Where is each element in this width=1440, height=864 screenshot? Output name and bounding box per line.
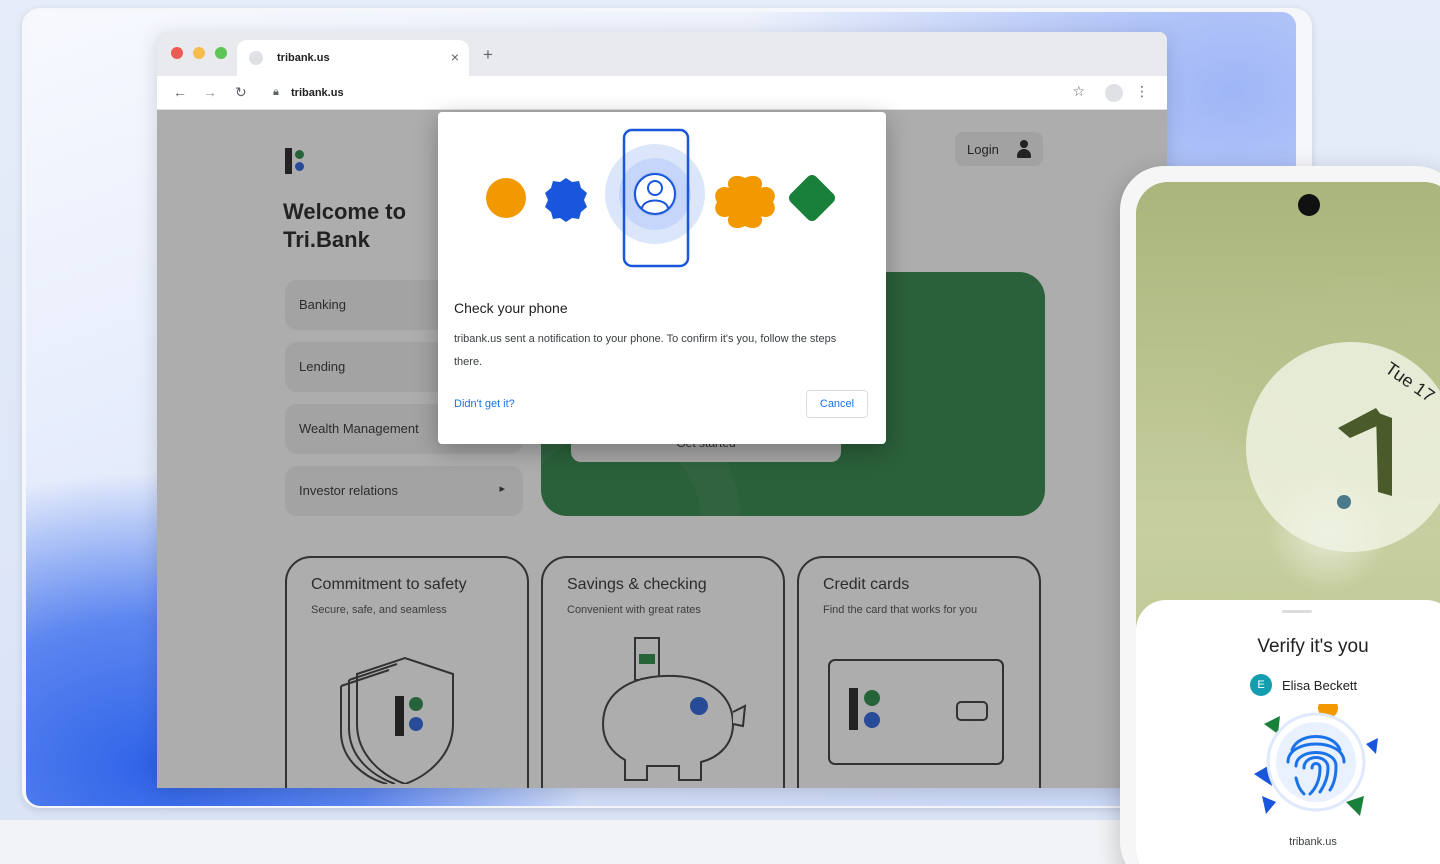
window-close-button[interactable]	[171, 47, 183, 59]
cancel-label: Cancel	[819, 398, 855, 410]
phone-screen: Tue 17 Verify it's you E Elisa Beckett t…	[1136, 182, 1440, 864]
tab-close-icon[interactable]: ×	[451, 49, 459, 65]
window-minimize-button[interactable]	[193, 47, 205, 59]
verify-title: Verify it's you	[1257, 636, 1369, 657]
favicon-icon	[249, 51, 263, 65]
profile-avatar-icon[interactable]	[1105, 84, 1123, 102]
dialog-body: tribank.us sent a notification to your p…	[454, 333, 837, 368]
phone-notification-illustration	[486, 128, 835, 268]
cancel-button[interactable]: Cancel	[806, 390, 868, 418]
sheet-handle[interactable]	[1282, 610, 1312, 613]
back-arrow-icon[interactable]: ←	[173, 84, 187, 100]
tab-bar: tribank.us × +	[157, 32, 1167, 76]
avatar: E	[1250, 674, 1272, 696]
tab-title: tribank.us	[277, 52, 330, 64]
front-camera	[1298, 194, 1320, 216]
account-name: Elisa Beckett	[1282, 678, 1358, 693]
check-phone-dialog: Check your phone tribank.us sent a notif…	[438, 112, 886, 444]
more-menu-icon[interactable]: ⋮	[1135, 83, 1149, 100]
new-tab-button[interactable]: +	[483, 45, 493, 65]
requesting-site: tribank.us	[1289, 836, 1337, 848]
lock-icon[interactable]: 🔒︎	[273, 86, 279, 99]
forward-arrow-icon[interactable]: →	[203, 84, 217, 100]
browser-toolbar: ← → ↻ 🔒︎ tribank.us ☆ ⋮	[157, 76, 1167, 110]
browser-tab[interactable]: tribank.us ×	[237, 40, 469, 76]
bookmark-star-icon[interactable]: ☆	[1072, 83, 1085, 100]
dialog-title: Check your phone	[454, 300, 568, 316]
address-bar-url: tribank.us	[291, 87, 344, 99]
verify-bottom-sheet: Verify it's you E Elisa Beckett tribank.	[1136, 600, 1440, 864]
fingerprint-icon[interactable]	[1246, 704, 1386, 824]
address-bar[interactable]: 🔒︎ tribank.us	[267, 81, 1047, 105]
reload-icon[interactable]: ↻	[235, 84, 247, 101]
window-maximize-button[interactable]	[215, 47, 227, 59]
didnt-get-it-link[interactable]: Didn't get it?	[454, 398, 515, 410]
